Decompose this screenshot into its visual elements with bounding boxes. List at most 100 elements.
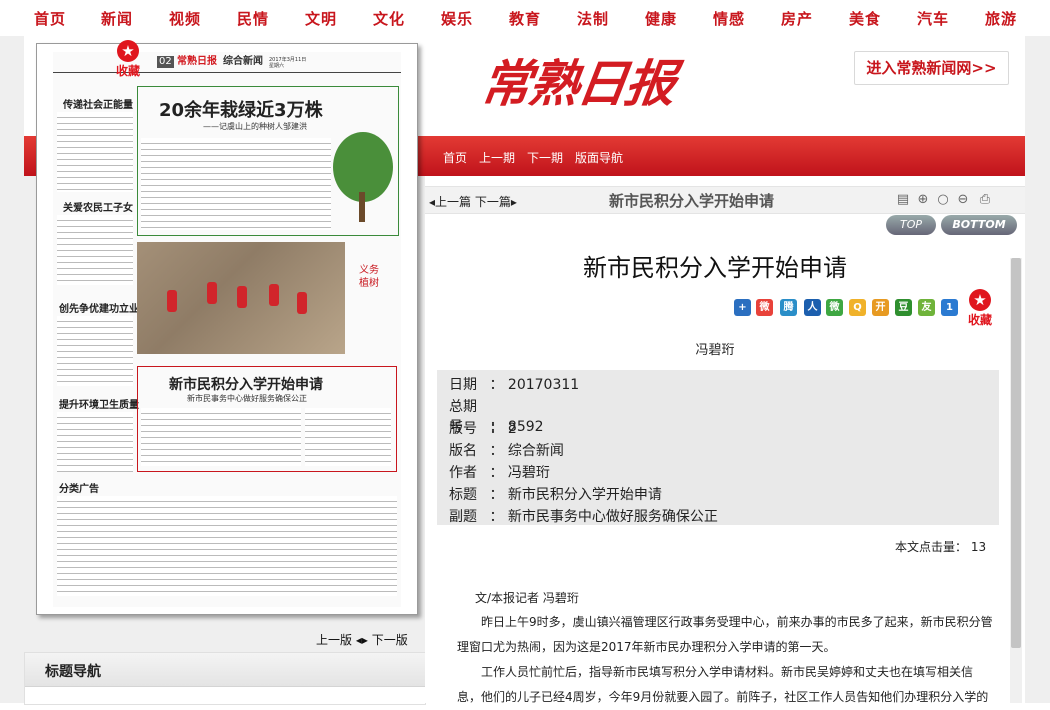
title-nav-header: 标题导航 [25,653,425,687]
friends-icon[interactable]: 友 [918,299,935,316]
nav-education[interactable]: 教育 [509,8,541,29]
nav-public-opinion[interactable]: 民情 [237,8,269,29]
left-headline-4[interactable]: 提升环境卫生质量 [59,396,139,411]
kaixin-icon[interactable]: 开 [872,299,889,316]
left-text-block-2 [57,215,133,285]
main-headline[interactable]: 20余年栽绿近3万株 [159,96,323,122]
prev-article-link[interactable]: 上一篇 [435,195,471,209]
qzone-icon[interactable]: Q [849,299,866,316]
top-category-nav: 首页 新闻 视频 民情 文明 文化 娱乐 教育 法制 健康 情感 房产 美食 汽… [0,0,1050,37]
classified-header: 分类广告 [59,484,99,495]
main-text-block [141,138,331,230]
scroll-bottom-button[interactable]: BOTTOM [941,215,1017,235]
article-meta-box: 日期 ： 20170311 总期号 ： 8592 版号 ： 2 版名 ： 综合新… [437,370,999,525]
nav-home[interactable]: 首页 [34,8,66,29]
meta-subtitle: 副题 ： 新市民事务中心做好服务确保公正 [449,509,718,525]
baidu-icon[interactable]: 1 [941,299,958,316]
article-collect-badge[interactable]: ★ 收藏 [965,289,995,328]
left-headline-3[interactable]: 创先争优建功立业 [59,300,139,315]
page-arrows-icon: ◂▸ [355,633,372,647]
bottom-button-label: BOTTOM [952,218,1006,231]
nav-health[interactable]: 健康 [645,8,677,29]
douban-icon[interactable]: 豆 [895,299,912,316]
wechat-icon[interactable]: 微 [826,299,843,316]
plus-icon[interactable]: + [734,299,751,316]
nav-video[interactable]: 视频 [169,8,201,29]
photo-caption: 义务植树 [359,265,379,289]
meta-author: 作者 ： 冯碧珩 [449,465,550,481]
meta-title: 标题 ： 新市民积分入学开始申请 [449,487,662,503]
meta-page-name: 版名 ： 综合新闻 [449,443,564,459]
enter-news-site-button[interactable]: 进入常熟新闻网>> [854,51,1009,85]
subnav-home[interactable]: 首页 [443,149,467,166]
left-text-block-1 [57,112,133,192]
left-headline-2[interactable]: 关爱农民工子女 [63,199,133,214]
article-title: 新市民积分入学开始申请 [583,254,847,282]
list-icon[interactable]: ▤ [895,192,911,208]
print-icon[interactable]: ⎙ [977,192,993,208]
star-icon: ★ [969,289,991,311]
title-nav-label: 标题导航 [45,664,101,680]
renren-icon[interactable]: 人 [804,299,821,316]
collect-badge[interactable]: ★ 收藏 [113,40,143,79]
volunteer-figure [167,290,177,312]
article-byline: 文/本报记者 冯碧珩 [475,591,579,605]
next-page-link[interactable]: 下一版 [372,633,408,647]
subnav-prev-issue[interactable]: 上一期 [479,149,515,166]
main-subhead: ——记虞山上的种树人邹建洪 [203,122,307,131]
page-pager: 上一版 ◂▸ 下一版 [316,631,408,648]
tree-planting-photo [137,242,345,354]
nav-civilization[interactable]: 文明 [305,8,337,29]
nav-travel[interactable]: 旅游 [985,8,1017,29]
volunteer-figure [269,284,279,306]
nav-law[interactable]: 法制 [577,8,609,29]
tree-trunk [359,192,365,222]
star-icon: ★ [117,40,139,62]
masthead-rule [53,72,401,73]
weibo-icon[interactable]: 微 [756,299,773,316]
newspaper-page[interactable]: 02 常熟日报 综合新闻 2017年3月11日 星期六 传递社会正能量 关爱农民… [36,40,418,615]
subnav-next-issue[interactable]: 下一期 [527,149,563,166]
focus-text-block [141,408,301,466]
left-headline-1[interactable]: 传递社会正能量 [63,96,133,111]
click-count: 本文点击量： 13 [895,540,987,554]
nav-emotion[interactable]: 情感 [713,8,745,29]
page-masthead: 常熟日报 [177,56,217,67]
zoom-in-icon[interactable]: ⊕ [915,192,931,208]
page-date: 2017年3月11日 星期六 [269,57,307,69]
subnav-page-nav[interactable]: 版面导航 [575,149,623,166]
classified-block [57,496,397,596]
focus-subhead: 新市民事务中心做好服务确保公正 [187,394,307,403]
tencent-weibo-icon[interactable]: 腾 [780,299,797,316]
left-text-block-3 [57,316,133,386]
nav-culture[interactable]: 文化 [373,8,405,29]
zoom-out-icon[interactable]: ⊖ [955,192,971,208]
page-number: 02 [157,56,174,68]
toolbar-title: 新市民积分入学开始申请 [609,192,775,210]
title-navigation: 标题导航 [24,652,426,705]
article-scrollbar-thumb[interactable] [1011,258,1021,648]
volunteer-figure [207,282,217,304]
collect-label: 收藏 [115,64,140,78]
scroll-top-button[interactable]: TOP [886,215,936,235]
article-paragraph-1: 昨日上午9时多，虞山镇兴福管理区行政事务受理中心，前来办事的市民多了起来，新市民… [457,615,993,654]
next-article-link[interactable]: 下一篇 [475,195,511,209]
prev-page-link[interactable]: 上一版 [316,633,352,647]
meta-page-no: 版号 ： 2 [449,421,517,437]
newspaper-logo[interactable]: 常熟日报 [477,44,679,116]
nav-real-estate[interactable]: 房产 [781,8,813,29]
nav-news[interactable]: 新闻 [101,8,133,29]
nav-entertainment[interactable]: 娱乐 [441,8,473,29]
focus-headline[interactable]: 新市民积分入学开始申请 [169,374,323,394]
nav-auto[interactable]: 汽车 [917,8,949,29]
zoom-reset-icon[interactable]: ○ [935,192,951,208]
volunteer-figure [297,292,307,314]
article-toolbar: ◂上一篇 下一篇▸ 新市民积分入学开始申请 ▤ ⊕ ○ ⊖ ⎙ [425,186,1025,214]
top-button-label: TOP [899,218,922,231]
article-author: 冯碧珩 [695,343,735,358]
article-panel: ◂上一篇 下一篇▸ 新市民积分入学开始申请 ▤ ⊕ ○ ⊖ ⎙ TOP BOTT… [425,176,1025,704]
left-text-block-4 [57,412,133,472]
nav-food[interactable]: 美食 [849,8,881,29]
focus-text-block-2 [305,408,391,466]
article-collect-label: 收藏 [967,313,992,327]
